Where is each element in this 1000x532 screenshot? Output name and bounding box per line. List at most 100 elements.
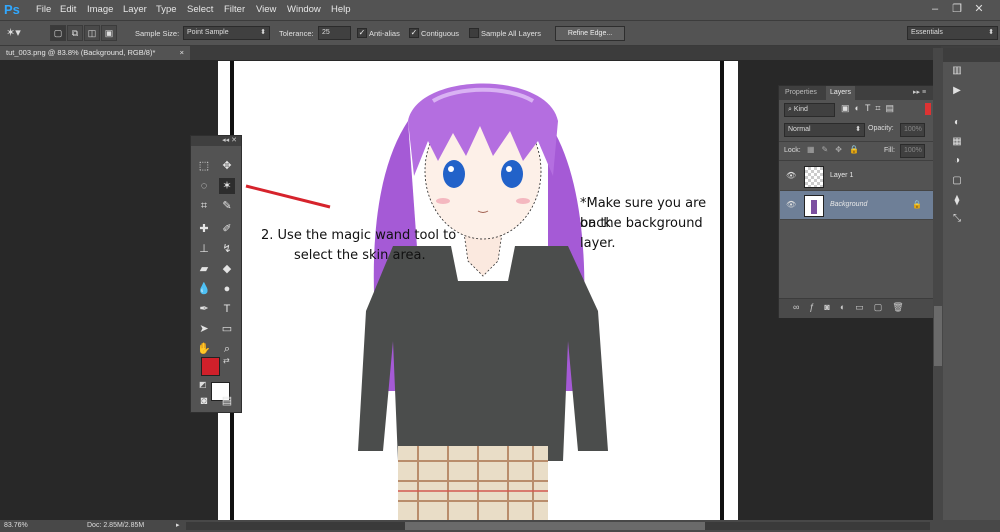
dodge-tool-icon[interactable]: ● (219, 281, 235, 297)
type-tool-icon[interactable]: T (219, 301, 235, 317)
divider (779, 160, 939, 161)
fill-input[interactable]: 100% (900, 144, 925, 158)
color-icon[interactable]: ◐ (949, 116, 965, 130)
instruction-text-line-2: select the skin area. (294, 248, 426, 263)
menu-select[interactable]: Select (187, 4, 213, 15)
instruction-text-line-1: 2. Use the magic wand tool to (261, 228, 457, 243)
add-selection-icon[interactable]: ⧉ (67, 25, 83, 41)
healing-brush-icon[interactable]: ✚ (196, 221, 212, 237)
lasso-tool-icon[interactable]: ◌ (196, 178, 212, 194)
adjustments-icon[interactable]: ◑ (949, 154, 965, 168)
paths-icon[interactable]: ⤡ (949, 212, 965, 226)
dock-panel-header (941, 48, 1000, 62)
quick-mask-icon[interactable]: ◙ (196, 393, 212, 409)
layer-filter-value: Kind (793, 106, 808, 113)
foreground-color-swatch[interactable] (201, 357, 220, 376)
subtract-selection-icon[interactable]: ◫ (84, 25, 100, 41)
workspace-select[interactable]: Essentials ⬍ (907, 26, 998, 40)
pen-tool-icon[interactable]: ✒ (196, 301, 212, 317)
sample-size-label: Sample Size: (135, 29, 180, 38)
crop-tool-icon[interactable]: ⌗ (196, 198, 212, 214)
restore-button[interactable]: ❐ (950, 2, 964, 16)
sample-all-layers-checkbox[interactable] (469, 28, 479, 38)
menu-view[interactable]: View (256, 4, 276, 15)
tab-layers[interactable]: Layers (826, 86, 856, 100)
clone-stamp-icon[interactable]: ⊥ (196, 241, 212, 257)
layer-filter-icons[interactable]: ▣◐T⌗▤ (841, 103, 899, 114)
tolerance-input[interactable]: 25 (318, 26, 351, 40)
close-tab-icon[interactable]: × (180, 46, 184, 60)
lock-label: Lock: (784, 147, 801, 154)
styles-icon[interactable]: ▢ (949, 174, 965, 188)
vertical-scrollbar[interactable] (933, 48, 943, 522)
actions-icon[interactable]: ▶ (949, 84, 965, 98)
app-logo: Ps (4, 2, 20, 17)
menu-edit[interactable]: Edit (60, 4, 76, 15)
zoom-tool-icon[interactable]: ⌕ (219, 341, 235, 357)
divider (779, 141, 939, 142)
path-selection-icon[interactable]: ➤ (196, 321, 212, 337)
menu-image[interactable]: Image (87, 4, 113, 15)
filter-toggle-icon[interactable] (925, 103, 931, 115)
magic-wand-tool-icon[interactable]: ✶ (219, 178, 235, 194)
brush-tool-icon[interactable]: ✐ (219, 221, 235, 237)
marquee-tool-icon[interactable]: ⬚ (196, 158, 212, 174)
close-button[interactable]: ✕ (972, 2, 986, 16)
layer-row[interactable]: 👁 Layer 1 (780, 162, 939, 191)
new-selection-icon[interactable]: ▢ (50, 25, 66, 41)
document-tab[interactable]: tut_003.png @ 83.8% (Background, RGB/8)*… (0, 46, 190, 60)
menu-type[interactable]: Type (156, 4, 177, 15)
swatches-icon[interactable]: ▦ (949, 135, 965, 149)
document-tab-title: tut_003.png @ 83.8% (Background, RGB/8)* (6, 48, 156, 57)
channels-icon[interactable]: ⧫ (949, 194, 965, 208)
opacity-input[interactable]: 100% (900, 123, 925, 137)
layer-row-selected[interactable]: 👁 Background 🔒 (780, 191, 939, 220)
right-dock: ▥ ▶ ◐ ▦ ◑ ▢ ⧫ ⤡ (933, 46, 1000, 522)
contiguous-checkbox[interactable]: ✓ (409, 28, 419, 38)
anime-girl-artwork (358, 83, 608, 521)
magic-wand-preset-icon[interactable]: ✶▾ (6, 26, 34, 40)
swap-colors-icon[interactable]: ⇄ (223, 356, 230, 365)
antialias-checkbox[interactable]: ✓ (357, 28, 367, 38)
default-colors-icon[interactable]: ◩ (199, 380, 207, 389)
eyedropper-tool-icon[interactable]: ✎ (219, 198, 235, 214)
layer-name[interactable]: Background (830, 201, 867, 208)
document-size: Doc: 2.85M/2.85M (87, 522, 145, 529)
menu-help[interactable]: Help (331, 4, 351, 15)
minimize-button[interactable]: – (928, 2, 942, 16)
layer-name[interactable]: Layer 1 (830, 172, 853, 179)
scrollbar-thumb[interactable] (934, 306, 942, 366)
screen-mode-icon[interactable]: ▤ (219, 393, 235, 409)
tab-properties[interactable]: Properties (781, 86, 821, 100)
move-tool-icon[interactable]: ✥ (219, 158, 235, 174)
eraser-tool-icon[interactable]: ▰ (196, 261, 212, 277)
paint-bucket-icon[interactable]: ◆ (219, 261, 235, 277)
zoom-level[interactable]: 83.76% (4, 520, 28, 532)
visibility-eye-icon[interactable]: 👁 (786, 171, 796, 181)
lock-icons[interactable]: ▦✎✥🔒 (807, 145, 866, 154)
tools-panel-header[interactable]: ◂◂ ✕ (191, 136, 241, 146)
menu-filter[interactable]: Filter (224, 4, 245, 15)
history-icon[interactable]: ▥ (949, 64, 965, 78)
blend-mode-select[interactable]: Normal ⬍ (784, 123, 865, 137)
horizontal-scrollbar-thumb[interactable] (405, 522, 705, 530)
menu-file[interactable]: File (36, 4, 51, 15)
contiguous-label: Contiguous (421, 29, 459, 38)
rectangle-tool-icon[interactable]: ▭ (219, 321, 235, 337)
status-menu-icon[interactable]: ▸ (176, 520, 180, 532)
menu-window[interactable]: Window (287, 4, 321, 15)
opacity-label: Opacity: (868, 125, 894, 132)
hand-tool-icon[interactable]: ✋ (196, 341, 212, 357)
blur-tool-icon[interactable]: 💧 (196, 281, 212, 297)
panel-menu-icon[interactable]: ▸▸ ≡ (913, 88, 926, 96)
layer-filter-select[interactable]: ⌕ Kind (784, 103, 835, 117)
history-brush-icon[interactable]: ↯ (219, 241, 235, 257)
document-canvas[interactable]: 2. Use the magic wand tool to select the… (218, 61, 738, 521)
menu-layer[interactable]: Layer (123, 4, 147, 15)
layers-action-icons[interactable]: ∞ƒ◙◐▭▢🗑 (793, 302, 914, 313)
workspace-value: Essentials (911, 29, 943, 36)
intersect-selection-icon[interactable]: ▣ (101, 25, 117, 41)
visibility-eye-icon[interactable]: 👁 (786, 200, 796, 210)
refine-edge-button[interactable]: Refine Edge... (555, 26, 625, 41)
sample-size-select[interactable]: Point Sample ⬍ (183, 26, 270, 40)
